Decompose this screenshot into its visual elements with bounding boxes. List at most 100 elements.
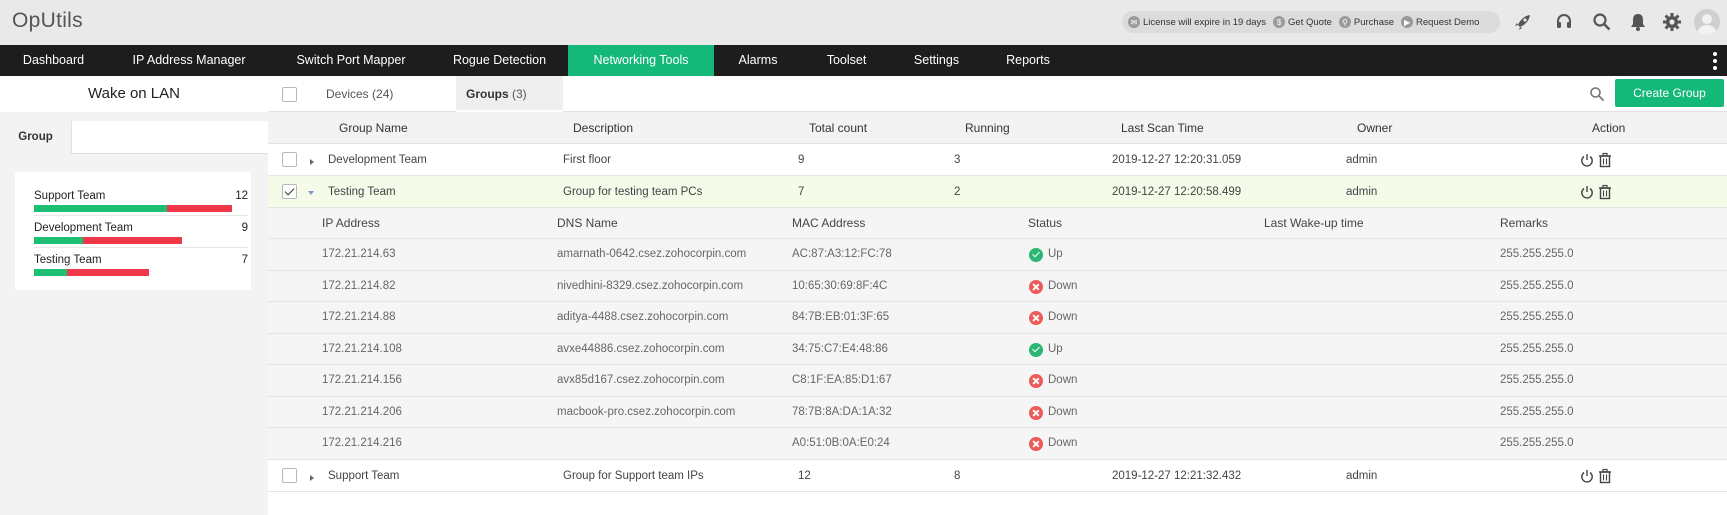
- col-ip-address[interactable]: IP Address: [322, 208, 380, 239]
- search-icon[interactable]: [1589, 86, 1605, 102]
- power-icon[interactable]: [1580, 152, 1594, 168]
- trash-icon[interactable]: [1598, 152, 1612, 168]
- table-row[interactable]: Development Team First floor 9 3 2019-12…: [268, 144, 1727, 176]
- collapse-arrow-icon[interactable]: [308, 191, 314, 195]
- group-summary-item[interactable]: Testing Team 7: [34, 254, 248, 280]
- group-summary-name: Development Team: [34, 222, 133, 234]
- group-running: 8: [954, 470, 961, 482]
- device-status: Down: [1048, 437, 1078, 449]
- group-summary-bar: [34, 237, 182, 244]
- dollar-icon: $: [1273, 16, 1286, 28]
- device-row[interactable]: 172.21.214.156 avx85d167.csez.zohocorpin…: [268, 365, 1727, 397]
- trash-icon[interactable]: [1598, 468, 1612, 484]
- select-all-checkbox[interactable]: [282, 87, 297, 102]
- nav-toolset[interactable]: Toolset: [802, 45, 891, 76]
- group-name[interactable]: Support Team: [328, 460, 399, 492]
- device-row[interactable]: 172.21.214.108 avxe44886.csez.zohocorpin…: [268, 333, 1727, 365]
- tab-group[interactable]: Group: [0, 121, 72, 154]
- row-checkbox[interactable]: [282, 184, 297, 199]
- device-row[interactable]: 172.21.214.82 nivedhini-8329.csez.zohoco…: [268, 270, 1727, 302]
- status-down-icon: [1029, 405, 1043, 420]
- license-icon: ✉: [1128, 16, 1140, 28]
- device-row[interactable]: 172.21.214.88 aditya-4488.csez.zohocorpi…: [268, 302, 1727, 334]
- tab-groups[interactable]: Groups (3): [456, 76, 563, 112]
- group-running: 2: [954, 186, 961, 198]
- status-down-icon: [1029, 279, 1043, 294]
- power-icon[interactable]: [1580, 468, 1594, 484]
- col-last-scan-time[interactable]: Last Scan Time: [1121, 112, 1204, 144]
- col-action: Action: [1592, 121, 1626, 135]
- col-group-name[interactable]: Group Name: [339, 112, 408, 144]
- device-ip: 172.21.214.82: [322, 279, 396, 292]
- group-summary-item[interactable]: Support Team 12: [34, 190, 248, 216]
- avatar[interactable]: [1694, 9, 1720, 35]
- purchase-link[interactable]: ⚲ Purchase: [1338, 16, 1394, 28]
- table-row[interactable]: Support Team Group for Support team IPs …: [268, 460, 1727, 492]
- device-status: Down: [1048, 311, 1078, 323]
- device-mac: A0:51:0B:0A:E0:24: [792, 437, 890, 449]
- gear-icon[interactable]: [1660, 10, 1684, 34]
- col-remarks[interactable]: Remarks: [1500, 208, 1548, 239]
- device-status: Down: [1048, 405, 1078, 418]
- get-quote-link[interactable]: $ Get Quote: [1273, 16, 1332, 28]
- search-icon[interactable]: [1590, 10, 1614, 34]
- device-ip: 172.21.214.206: [322, 405, 402, 418]
- col-mac-address[interactable]: MAC Address: [792, 208, 865, 239]
- create-group-button[interactable]: Create Group: [1615, 79, 1724, 107]
- group-name[interactable]: Testing Team: [328, 176, 396, 208]
- license-link[interactable]: ✉ License will expire in 19 days: [1128, 16, 1266, 28]
- expand-arrow-icon[interactable]: [310, 475, 314, 481]
- col-total-count[interactable]: Total count: [809, 112, 867, 144]
- tab-row: Devices (24) Groups (3) Create Group: [268, 76, 1727, 112]
- group-summary-card: Support Team 12 Development Team 9 Testi…: [15, 172, 251, 290]
- tab-devices[interactable]: Devices (24): [316, 76, 403, 112]
- col-description[interactable]: Description: [573, 112, 633, 144]
- col-dns-name[interactable]: DNS Name: [557, 208, 618, 239]
- power-icon[interactable]: [1580, 184, 1594, 200]
- col-last-wake-up-time[interactable]: Last Wake-up time: [1264, 208, 1364, 239]
- col-status[interactable]: Status: [1028, 208, 1062, 239]
- group-summary-name: Support Team: [34, 190, 106, 202]
- rocket-icon[interactable]: [1511, 10, 1535, 34]
- headset-icon[interactable]: [1552, 10, 1576, 34]
- nav-dashboard[interactable]: Dashboard: [0, 45, 107, 76]
- expand-arrow-icon[interactable]: [310, 159, 314, 165]
- group-summary-count: 9: [241, 222, 248, 234]
- more-menu-icon[interactable]: [1713, 52, 1717, 70]
- col-owner[interactable]: Owner: [1357, 112, 1392, 144]
- device-row[interactable]: 172.21.214.216 A0:51:0B:0A:E0:24 Down 25…: [268, 428, 1727, 460]
- demo-icon: ▶: [1401, 16, 1414, 28]
- table-row[interactable]: Testing Team Group for testing team PCs …: [268, 176, 1727, 208]
- nav-reports[interactable]: Reports: [982, 45, 1074, 76]
- group-description: First floor: [563, 154, 611, 166]
- device-status: Down: [1048, 374, 1078, 386]
- request-demo-link[interactable]: ▶ Request Demo: [1401, 16, 1479, 28]
- group-summary-name: Testing Team: [34, 254, 102, 266]
- row-checkbox[interactable]: [282, 468, 297, 483]
- nav-rogue-detection[interactable]: Rogue Detection: [431, 45, 568, 76]
- col-running[interactable]: Running: [965, 112, 1010, 144]
- row-checkbox[interactable]: [282, 152, 297, 167]
- group-name[interactable]: Development Team: [328, 144, 427, 176]
- trash-icon[interactable]: [1598, 184, 1612, 200]
- nav-switch-port-mapper[interactable]: Switch Port Mapper: [271, 45, 431, 76]
- nav-networking-tools[interactable]: Networking Tools: [568, 45, 714, 76]
- nav-settings[interactable]: Settings: [891, 45, 982, 76]
- group-summary-item[interactable]: Development Team 9: [34, 222, 248, 248]
- nav-alarms[interactable]: Alarms: [714, 45, 802, 76]
- group-description: Group for testing team PCs: [563, 186, 703, 198]
- device-row[interactable]: 172.21.214.206 macbook-pro.csez.zohocorp…: [268, 396, 1727, 428]
- app-logo[interactable]: OpUtils: [12, 9, 83, 33]
- device-row[interactable]: 172.21.214.63 amarnath-0642.csez.zohocor…: [268, 239, 1727, 271]
- panel-tabbar: Group: [0, 121, 268, 154]
- group-description: Group for Support team IPs: [563, 470, 704, 482]
- bell-icon[interactable]: [1626, 10, 1650, 34]
- nav-ip-address-manager[interactable]: IP Address Manager: [107, 45, 271, 76]
- device-status: Down: [1048, 279, 1078, 292]
- group-last-scan: 2019-12-27 12:21:32.432: [1112, 470, 1242, 482]
- status-up-icon: [1029, 342, 1043, 357]
- device-dns: amarnath-0642.csez.zohocorpin.com: [557, 248, 747, 260]
- device-remarks: 255.255.255.0: [1500, 342, 1574, 355]
- group-last-scan: 2019-12-27 12:20:31.059: [1112, 154, 1242, 166]
- device-ip: 172.21.214.63: [322, 248, 396, 260]
